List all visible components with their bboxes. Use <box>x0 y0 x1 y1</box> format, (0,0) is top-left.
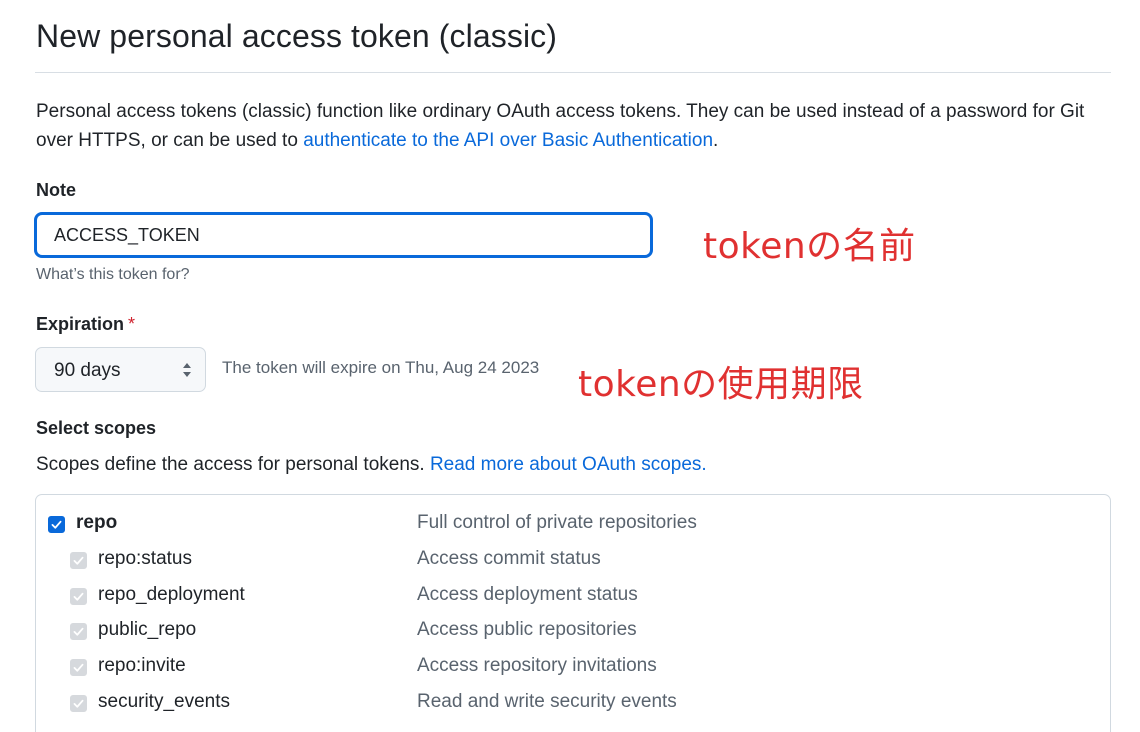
note-input[interactable] <box>34 212 653 258</box>
check-icon <box>73 699 84 708</box>
scope-description: Access deployment status <box>417 584 638 605</box>
scopes-list: repo Full control of private repositorie… <box>35 494 1111 732</box>
required-marker: * <box>128 314 136 334</box>
scope-name: repo_deployment <box>98 584 245 605</box>
note-hint: What’s this token for? <box>36 266 190 283</box>
expiration-select[interactable]: 90 days <box>35 347 206 392</box>
scope-row-repo: repo Full control of private repositorie… <box>36 510 1112 540</box>
scope-row-repo-invite: repo:invite Access repository invitation… <box>36 653 1112 683</box>
scope-checkbox[interactable] <box>70 552 87 569</box>
expiration-selected-value: 90 days <box>54 360 121 381</box>
scope-row-public-repo: public_repo Access public repositories <box>36 617 1112 647</box>
basic-auth-link[interactable]: authenticate to the API over Basic Authe… <box>303 130 713 151</box>
intro-paragraph: Personal access tokens (classic) functio… <box>36 97 1116 155</box>
scope-name: repo <box>76 512 118 533</box>
expiration-label-text: Expiration <box>36 314 125 334</box>
check-icon <box>73 592 84 601</box>
annotation-token-expiry: tokenの使用期限 <box>578 364 864 405</box>
scope-row-security-events: security_events Read and write security … <box>36 689 1112 719</box>
oauth-scopes-link[interactable]: Read more about OAuth scopes. <box>430 454 707 475</box>
title-divider <box>35 72 1111 73</box>
annotation-token-name: tokenの名前 <box>703 226 916 267</box>
expiration-label: Expiration * <box>36 314 135 335</box>
intro-suffix: . <box>713 130 719 151</box>
scope-checkbox[interactable] <box>70 588 87 605</box>
scope-description: Full control of private repositories <box>417 512 697 533</box>
scope-name: security_events <box>98 691 231 712</box>
check-icon <box>73 627 84 636</box>
scope-row-repo-status: repo:status Access commit status <box>36 546 1112 576</box>
select-scopes-label: Select scopes <box>36 418 157 438</box>
scope-description: Access commit status <box>417 548 601 569</box>
scope-checkbox[interactable] <box>70 623 87 640</box>
page-title: New personal access token (classic) <box>36 18 558 54</box>
scope-description: Access repository invitations <box>417 655 657 676</box>
check-icon <box>73 556 84 565</box>
check-icon <box>73 663 84 672</box>
scope-name: repo:status <box>98 548 192 569</box>
scope-checkbox[interactable] <box>70 659 87 676</box>
scope-name: public_repo <box>98 619 197 640</box>
scope-checkbox[interactable] <box>70 695 87 712</box>
note-label: Note <box>36 180 76 200</box>
check-icon <box>51 520 62 529</box>
select-arrows-icon <box>183 363 191 377</box>
scope-description: Read and write security events <box>417 691 677 712</box>
expiration-note: The token will expire on Thu, Aug 24 202… <box>222 358 540 377</box>
scope-description: Access public repositories <box>417 619 637 640</box>
scopes-description: Scopes define the access for personal to… <box>36 454 707 476</box>
scope-checkbox[interactable] <box>48 516 65 533</box>
scope-row-repo-deployment: repo_deployment Access deployment status <box>36 582 1112 612</box>
scopes-description-text: Scopes define the access for personal to… <box>36 454 430 475</box>
scope-name: repo:invite <box>98 655 186 676</box>
